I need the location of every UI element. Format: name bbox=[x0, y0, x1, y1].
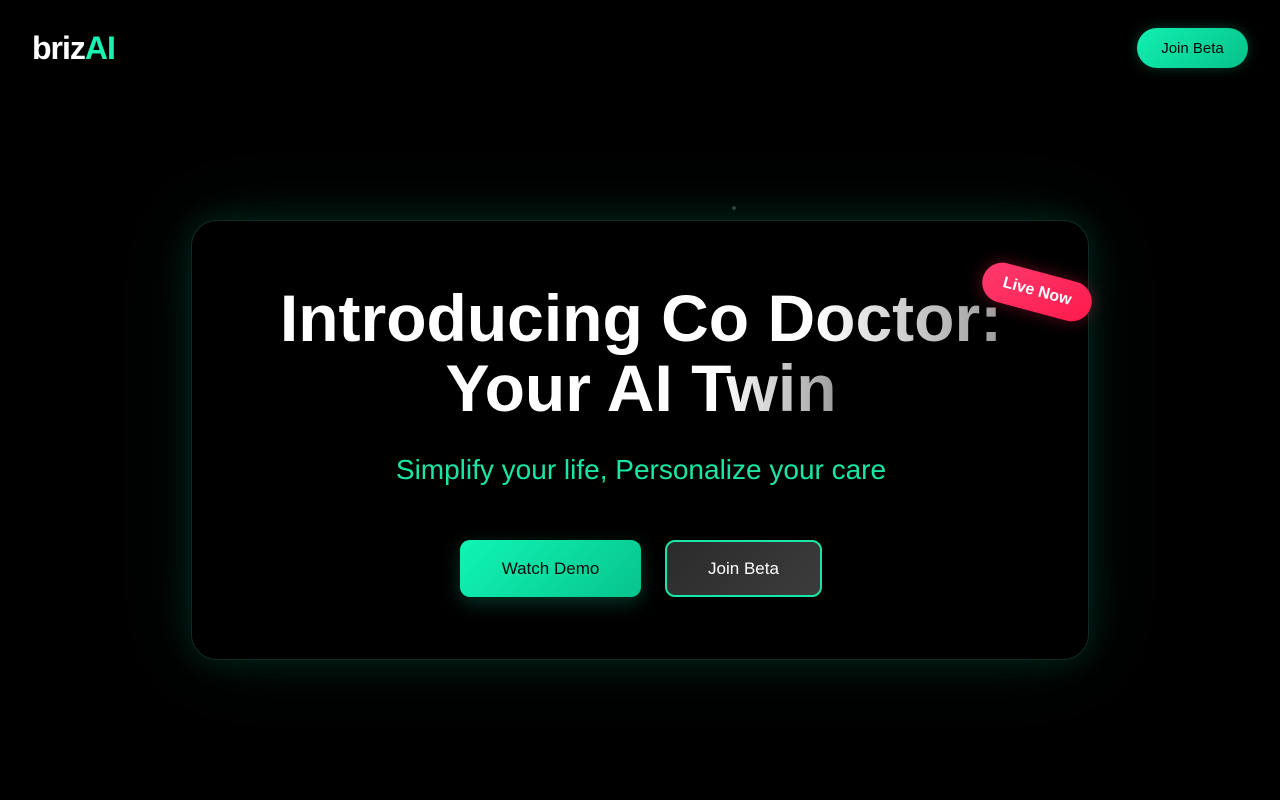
hero-title-line2-start: Your AI bbox=[445, 351, 692, 425]
logo-text-primary: briz bbox=[32, 30, 86, 66]
hero-title-line1-start: Introducing Co bbox=[279, 281, 768, 355]
hero-title-line2-gradient: Twin bbox=[691, 351, 837, 425]
landing-page: brizAI Join Beta Introducing Co Doctor: Y… bbox=[0, 0, 1280, 800]
logo-text-accent: AI bbox=[84, 30, 116, 66]
hero-title: Introducing Co Doctor: Your AI Twin bbox=[192, 283, 1090, 423]
decorative-dot bbox=[732, 206, 736, 210]
hero-join-beta-button[interactable]: Join Beta bbox=[665, 540, 822, 597]
hero-title-line1-gradient: Doctor: bbox=[767, 281, 1003, 355]
header-join-beta-button[interactable]: Join Beta bbox=[1137, 28, 1248, 68]
hero-subtitle: Simplify your life, Personalize your car… bbox=[395, 454, 887, 485]
watch-demo-button[interactable]: Watch Demo bbox=[460, 540, 641, 597]
brand-logo[interactable]: brizAI bbox=[32, 30, 116, 66]
hero-card: Introducing Co Doctor: Your AI Twin Simpl… bbox=[191, 220, 1089, 660]
